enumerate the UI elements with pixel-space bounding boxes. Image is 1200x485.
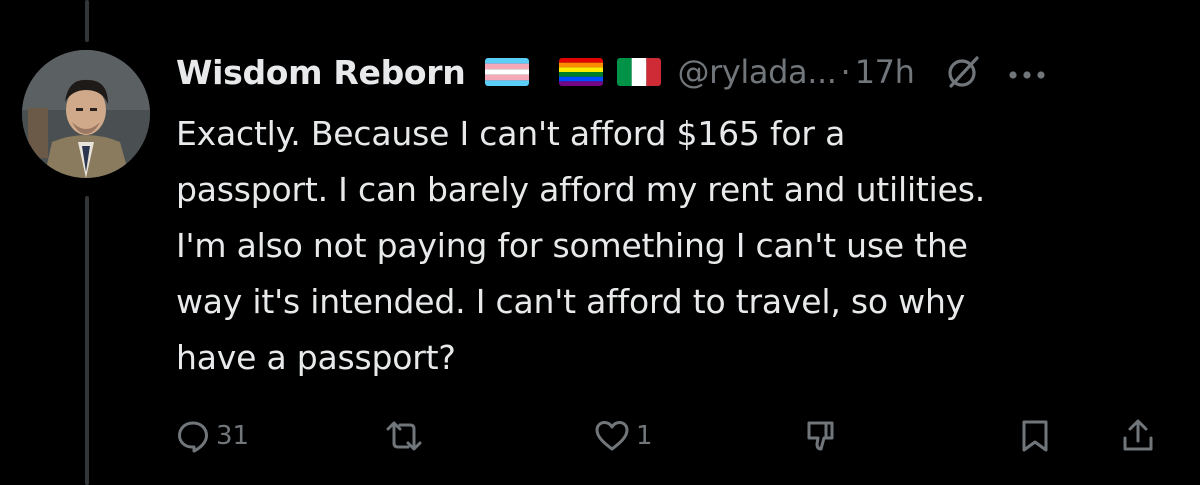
- bookmark-icon: [1022, 420, 1048, 452]
- reply-count: 31: [216, 421, 250, 451]
- display-name[interactable]: Wisdom Reborn: [176, 53, 466, 92]
- more-icon[interactable]: [1007, 66, 1047, 79]
- reply-button[interactable]: 31: [176, 412, 249, 460]
- like-count: 1: [636, 421, 653, 451]
- avatar[interactable]: [22, 50, 150, 178]
- separator-dot: ·: [840, 53, 851, 91]
- tweet-text-line: have a passport?: [176, 338, 456, 377]
- avatar-image: [22, 50, 150, 178]
- like-button[interactable]: 1: [594, 412, 653, 460]
- thread-line-bottom: [85, 196, 89, 485]
- share-button[interactable]: [1121, 412, 1155, 460]
- retweet-icon: [386, 421, 422, 451]
- tweet-text-line: way it's intended. I can't afford to tra…: [176, 282, 966, 321]
- dislike-button[interactable]: [804, 412, 840, 460]
- reply-icon: [178, 421, 208, 453]
- tweet-header: Wisdom Reborn @rylada... · 17h: [176, 46, 1047, 98]
- bookmark-button[interactable]: [1020, 412, 1050, 460]
- transgender-flag-icon: [485, 58, 530, 86]
- tweet-text: Exactly. Because I can't afford $165 for…: [176, 106, 1166, 386]
- retweet-button[interactable]: [384, 412, 424, 460]
- tweet-text-line: I'm also not paying for something I can'…: [176, 226, 968, 265]
- tweet-actions: 31 1: [176, 412, 1166, 460]
- thread-line-top: [85, 0, 89, 42]
- grok-icon[interactable]: [945, 54, 981, 90]
- timestamp[interactable]: 17h: [855, 53, 915, 91]
- like-icon: [595, 421, 629, 451]
- share-icon: [1123, 419, 1153, 451]
- tweet-text-line: passport. I can barely afford my rent an…: [176, 170, 986, 209]
- rainbow-flag-icon: [559, 58, 604, 86]
- tweet-text-line: Exactly. Because I can't afford $165 for…: [176, 114, 846, 153]
- dislike-icon: [807, 421, 834, 451]
- user-handle[interactable]: @rylada...: [677, 53, 836, 91]
- italy-flag-icon: [617, 58, 662, 86]
